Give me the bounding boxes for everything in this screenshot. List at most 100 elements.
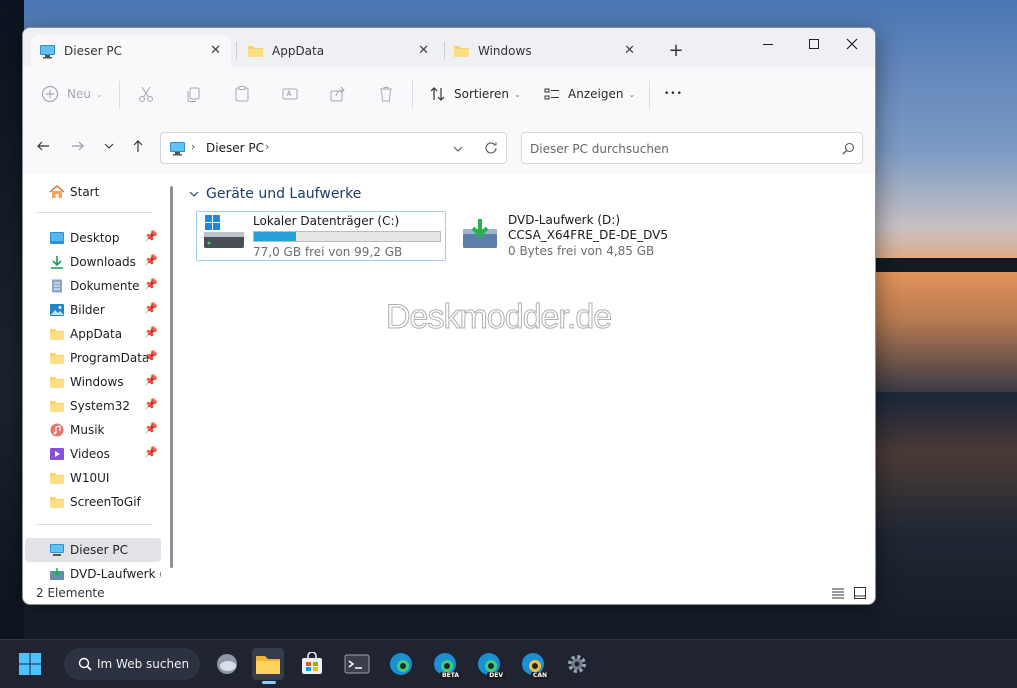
minimize-button[interactable] [745, 28, 791, 59]
sidebar-item-programdata[interactable]: ProgramData 📌 [25, 346, 161, 370]
breadcrumb-separator-icon[interactable]: › [265, 140, 269, 153]
up-button[interactable] [125, 133, 151, 159]
pin-icon: 📌 [144, 374, 158, 387]
tab-dieser-pc[interactable]: Dieser PC ✕ [31, 35, 231, 67]
folder-icon [248, 46, 263, 57]
paste-button[interactable] [233, 79, 251, 109]
tab-close-button[interactable]: ✕ [210, 43, 221, 58]
edge-dev-button[interactable]: DEV [473, 648, 505, 680]
tab-appdata[interactable]: AppData ✕ [237, 35, 439, 67]
folder-icon [50, 401, 64, 412]
sidebar-item-label: Downloads [70, 255, 136, 269]
search-icon[interactable] [842, 142, 855, 155]
search-icon [78, 657, 92, 671]
close-window-button[interactable] [829, 28, 875, 59]
sort-icon [430, 87, 445, 101]
cut-button[interactable] [137, 79, 155, 109]
sort-button[interactable]: Sortieren ⌄ [429, 79, 521, 109]
tab-close-button[interactable]: ✕ [624, 43, 635, 58]
sidebar-item-label: ScreenToGif [70, 495, 141, 509]
rename-icon [282, 88, 298, 100]
settings-button[interactable] [561, 648, 593, 680]
new-tab-button[interactable]: + [660, 36, 692, 64]
sidebar-item-videos[interactable]: Videos 📌 [25, 442, 161, 466]
sidebar-item-label: Start [70, 185, 100, 199]
edge-beta-button[interactable]: BETA [429, 648, 461, 680]
terminal-button[interactable] [341, 648, 373, 680]
tab-close-button[interactable]: ✕ [418, 43, 429, 58]
address-bar[interactable]: › Dieser PC › [160, 132, 507, 164]
chevron-down-icon[interactable] [453, 144, 463, 154]
group-header[interactable]: Geräte und Laufwerke [189, 186, 361, 202]
new-button[interactable]: Neu ⌄ [41, 79, 103, 109]
drive-d-tile[interactable]: DVD-Laufwerk (D:) CCSA_X64FRE_DE-DE_DV5 … [453, 211, 703, 261]
refresh-icon[interactable] [484, 141, 498, 155]
gear-icon [568, 655, 586, 673]
toolbar-divider [412, 81, 413, 109]
command-bar: Neu ⌄ Sortieren ⌄ Anzeigen ⌄ ••• [23, 67, 875, 123]
search-box[interactable] [521, 132, 863, 164]
drive-name: Lokaler Datenträger (C:) [253, 214, 400, 228]
breadcrumb-this-pc[interactable]: Dieser PC [206, 141, 264, 155]
forward-button[interactable] [65, 133, 91, 159]
search-input[interactable] [528, 139, 832, 159]
background-lake-reflection [874, 272, 1017, 392]
taskbar-search[interactable]: Im Web suchen [64, 648, 200, 680]
drive-usage-fill [254, 232, 296, 241]
sidebar-item-appdata[interactable]: AppData 📌 [25, 322, 161, 346]
sidebar-item-documents[interactable]: Dokumente 📌 [25, 274, 161, 298]
dev-badge: DEV [487, 672, 505, 679]
sidebar-scrollbar[interactable] [170, 186, 173, 568]
start-button[interactable] [14, 648, 46, 680]
widgets-button[interactable] [211, 648, 243, 680]
active-indicator [262, 681, 276, 684]
sidebar-item-desktop[interactable]: Desktop 📌 [25, 226, 161, 250]
tab-label: Dieser PC [64, 44, 122, 58]
document-icon [52, 279, 62, 293]
sort-button-label: Sortieren [454, 87, 509, 101]
arrow-up-icon [133, 140, 143, 152]
chevron-down-icon: ⌄ [628, 89, 636, 99]
edge-canary-button[interactable]: CAN [517, 648, 549, 680]
recent-locations-button[interactable] [96, 133, 122, 159]
sidebar-item-system32[interactable]: System32 📌 [25, 394, 161, 418]
sidebar-item-start[interactable]: Start [25, 180, 161, 204]
rename-button[interactable] [281, 79, 299, 109]
sidebar-item-this-pc[interactable]: Dieser PC [25, 538, 161, 562]
folder-icon [50, 473, 64, 484]
folder-icon [454, 46, 469, 57]
status-bar: 2 Elemente [23, 582, 875, 604]
scissors-icon [139, 86, 153, 102]
sidebar-item-w10ui[interactable]: W10UI [25, 466, 161, 490]
sidebar-item-label: Dieser PC [70, 543, 128, 557]
sidebar-item-pictures[interactable]: Bilder 📌 [25, 298, 161, 322]
dvd-drive-icon [463, 219, 497, 248]
pin-icon: 📌 [144, 446, 158, 459]
view-button-label: Anzeigen [568, 87, 624, 101]
sidebar-item-screentogif[interactable]: ScreenToGif [25, 490, 161, 514]
copy-button[interactable] [185, 79, 203, 109]
arrow-left-icon [37, 141, 49, 151]
details-view-icon[interactable] [831, 586, 845, 600]
file-explorer-taskbar-button[interactable] [252, 648, 284, 684]
title-bar: Dieser PC ✕ AppData ✕ Windows ✕ + [23, 28, 875, 67]
edge-button[interactable] [385, 648, 417, 680]
delete-button[interactable] [377, 79, 395, 109]
share-button[interactable] [329, 79, 347, 109]
tiles-view-icon[interactable] [853, 586, 867, 600]
sidebar-item-downloads[interactable]: Downloads 📌 [25, 250, 161, 274]
more-options-button[interactable]: ••• [664, 79, 683, 109]
back-button[interactable] [30, 133, 56, 159]
pin-icon: 📌 [144, 302, 158, 315]
sidebar-item-label: AppData [70, 327, 123, 341]
download-icon [51, 256, 63, 269]
sidebar-item-label: Windows [70, 375, 124, 389]
tab-windows[interactable]: Windows ✕ [445, 35, 645, 67]
monitor-icon [170, 142, 185, 156]
sidebar-item-windows[interactable]: Windows 📌 [25, 370, 161, 394]
sidebar-item-music[interactable]: Musik 📌 [25, 418, 161, 442]
store-button[interactable] [296, 648, 328, 680]
drive-c-tile[interactable]: Lokaler Datenträger (C:) 77,0 GB frei vo… [196, 211, 446, 261]
pictures-icon [50, 304, 64, 316]
view-button[interactable]: Anzeigen ⌄ [543, 79, 635, 109]
